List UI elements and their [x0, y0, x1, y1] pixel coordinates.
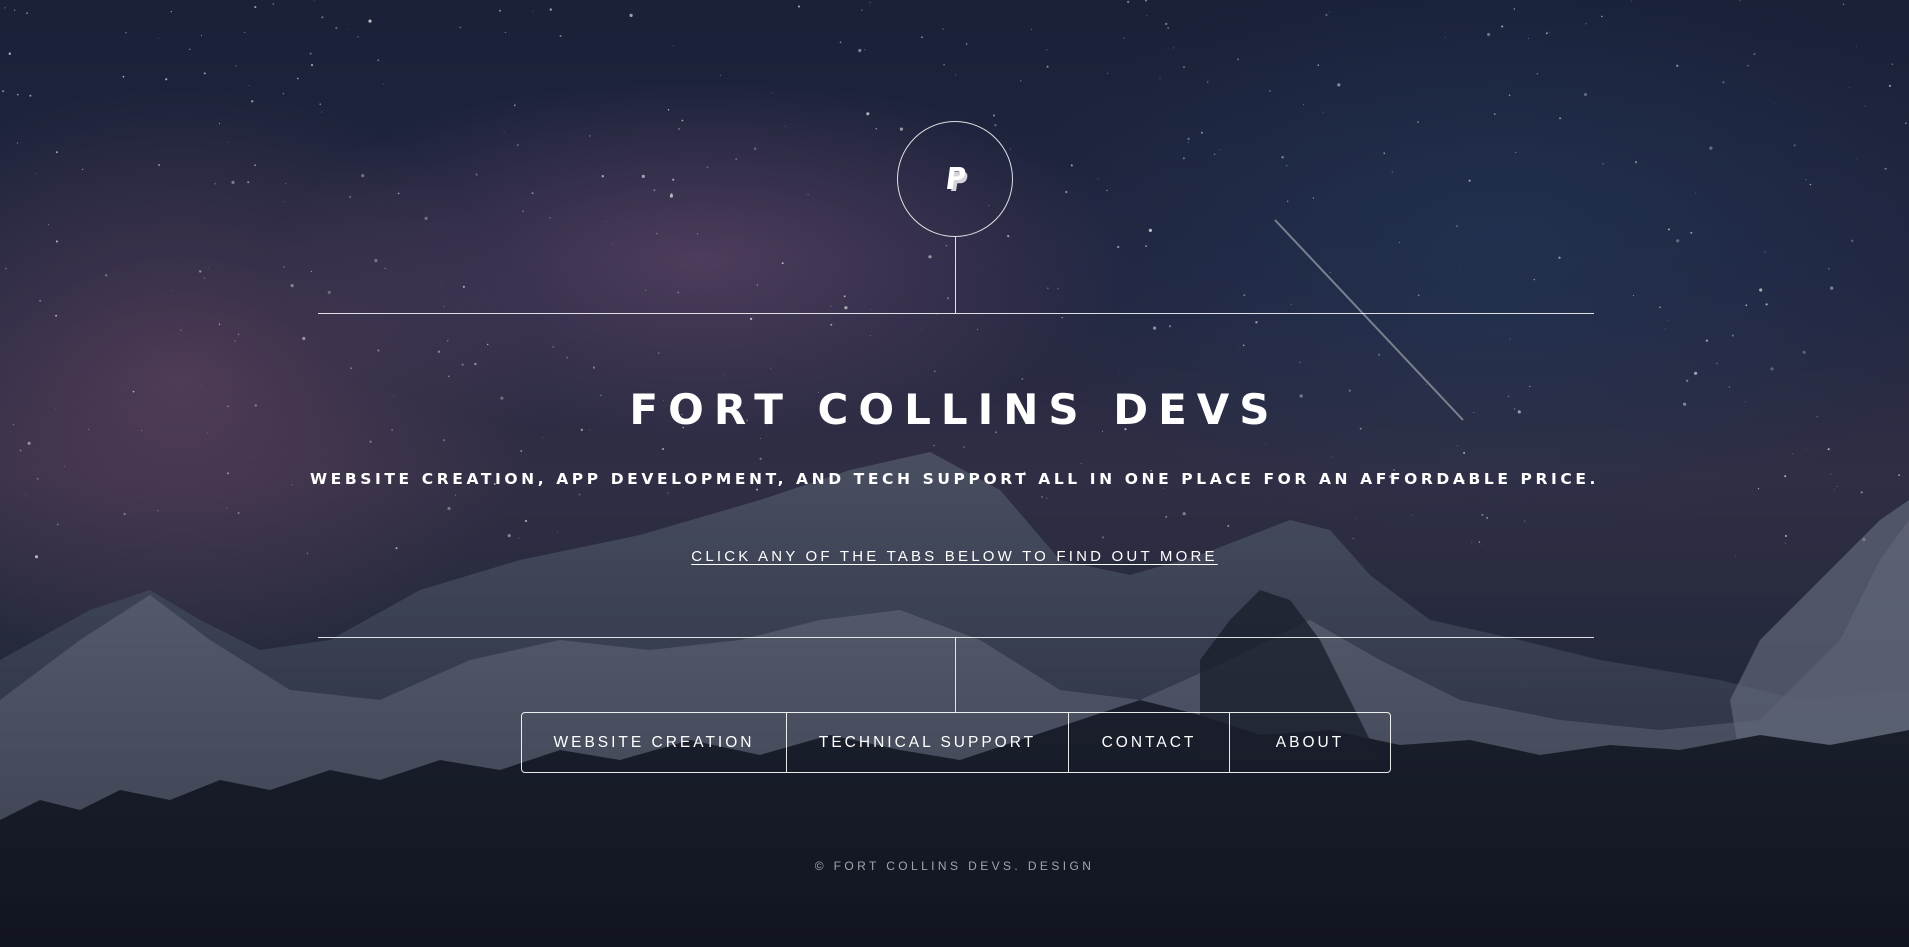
- cta-text: CLICK ANY OF THE TABS BELOW TO FIND OUT …: [0, 546, 1909, 568]
- paypal-p-icon: [947, 167, 968, 191]
- page-title: FORT COLLINS DEVS: [629, 385, 1280, 434]
- nav-website-creation[interactable]: WEBSITE CREATION: [522, 713, 786, 772]
- main-nav: WEBSITE CREATION TECHNICAL SUPPORT CONTA…: [521, 712, 1391, 773]
- nav-technical-support[interactable]: TECHNICAL SUPPORT: [786, 713, 1068, 772]
- top-divider-line: [318, 313, 1594, 314]
- cta-link[interactable]: CLICK ANY OF THE TABS BELOW TO FIND OUT …: [691, 548, 1217, 565]
- logo-connector-line: [955, 237, 956, 313]
- nav-contact[interactable]: CONTACT: [1068, 713, 1229, 772]
- footer-copyright: © FORT COLLINS DEVS. DESIGN: [814, 859, 1095, 873]
- bottom-divider-line: [318, 637, 1594, 638]
- page-subtitle: WEBSITE CREATION, APP DEVELOPMENT, AND T…: [309, 470, 1600, 488]
- page-background: FORT COLLINS DEVS WEBSITE CREATION, APP …: [0, 0, 1909, 947]
- nav-about[interactable]: ABOUT: [1229, 713, 1390, 772]
- nav-connector-line: [955, 637, 956, 712]
